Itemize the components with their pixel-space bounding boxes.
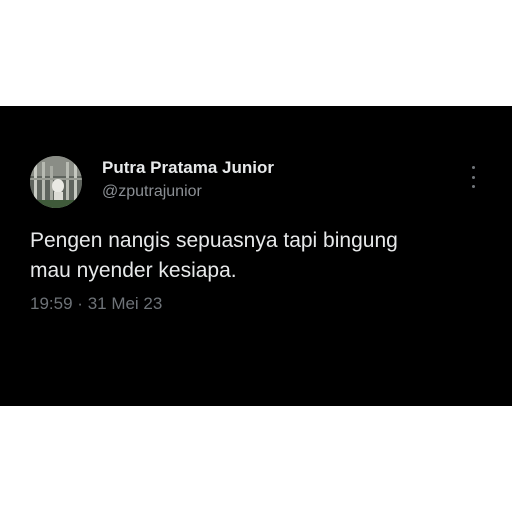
tweet-date: 31 Mei 23	[87, 294, 163, 313]
tweet-card: Putra Pratama Junior @zputrajunior Penge…	[0, 106, 512, 406]
ellipsis-dot	[471, 175, 475, 179]
tweet-text-line-2: mau nyender kesiapa.	[30, 259, 237, 282]
avatar-photo	[30, 156, 82, 208]
avatar[interactable]	[30, 156, 82, 208]
tweet-timestamp[interactable]: 19:59 · 31 Mei 23	[30, 294, 162, 314]
vertical-ellipsis-icon[interactable]	[466, 166, 480, 188]
author-handle[interactable]: @zputrajunior	[102, 183, 202, 201]
tweet-text-line-1: Pengen nangis sepuasnya tapi bingung	[30, 229, 398, 252]
ellipsis-dot	[471, 166, 475, 169]
tweet-text: Pengen nangis sepuasnya tapi bingung mau…	[30, 226, 480, 286]
meta-separator: ·	[77, 294, 83, 313]
ellipsis-dot	[471, 185, 475, 188]
author-display-name[interactable]: Putra Pratama Junior	[102, 158, 274, 178]
tweet-time: 19:59	[30, 294, 73, 313]
